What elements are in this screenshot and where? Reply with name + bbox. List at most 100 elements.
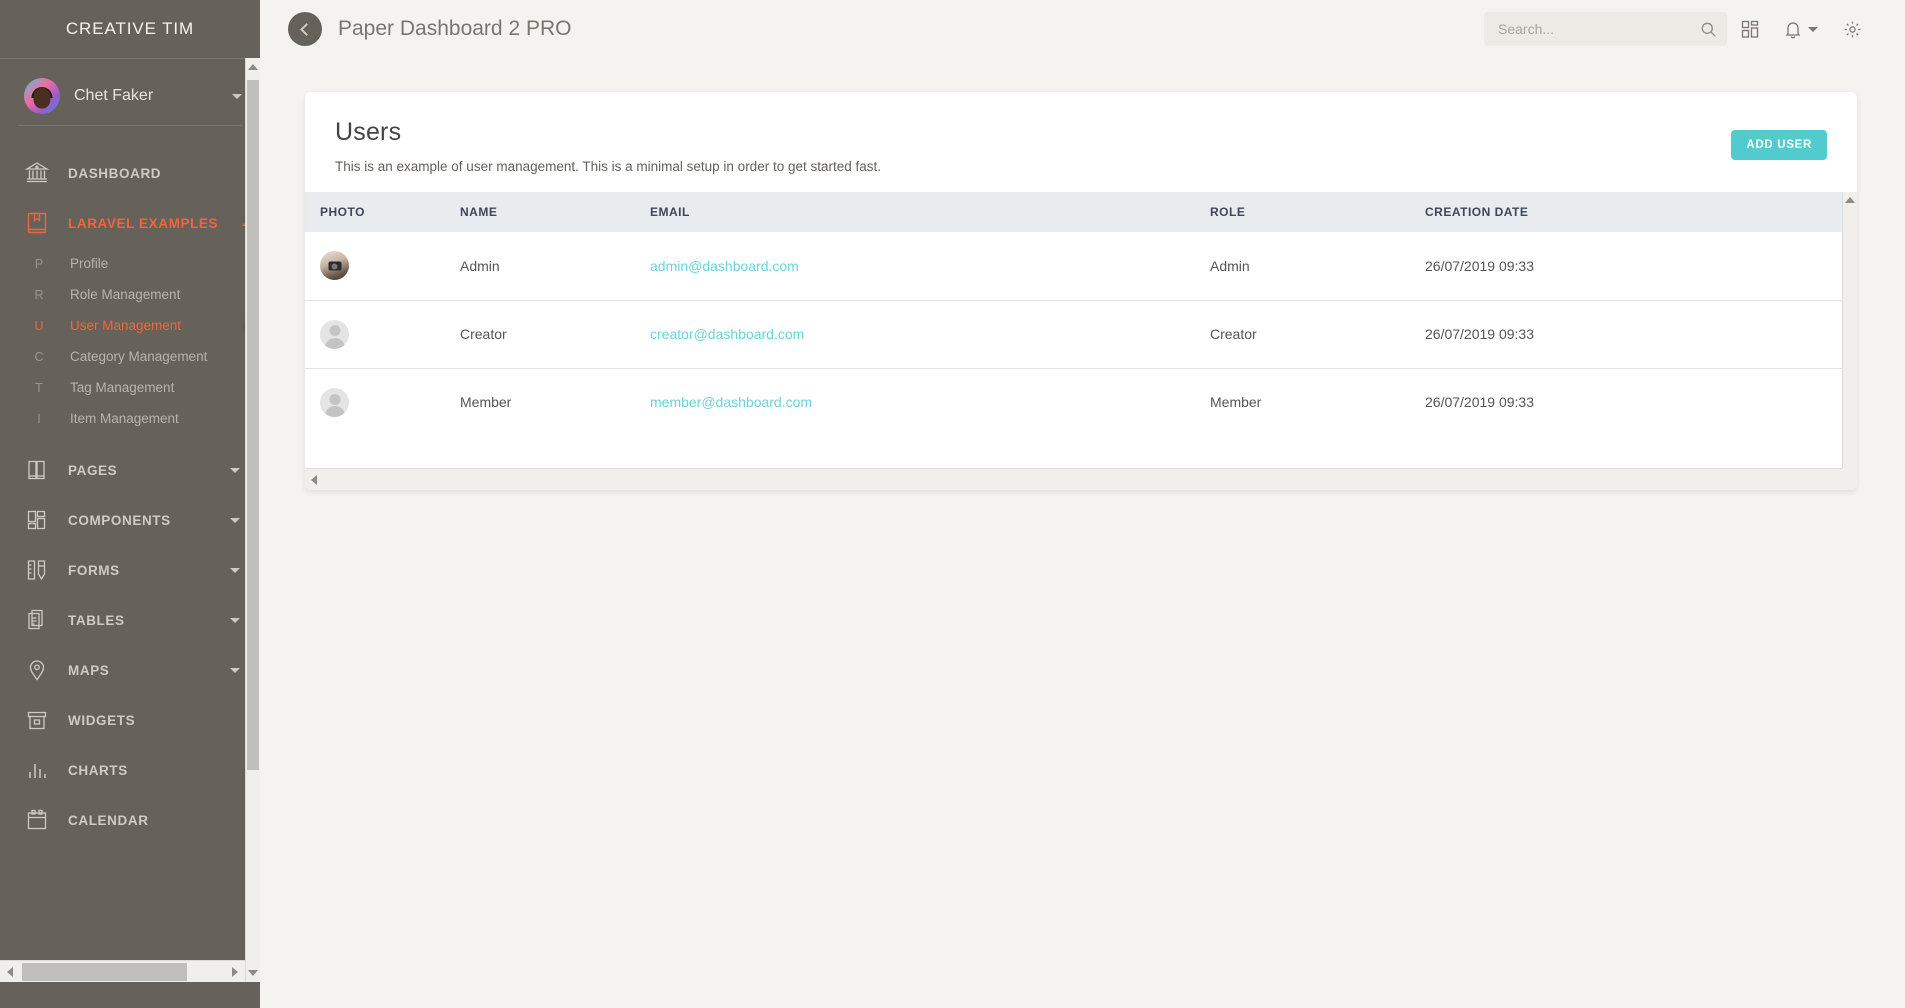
- chevron-down-icon[interactable]: [230, 567, 240, 573]
- brand-logo[interactable]: CREATIVE TIM: [0, 0, 260, 58]
- sidebar-item-dashboard[interactable]: DASHBOARD: [0, 148, 260, 198]
- scrollbar-thumb[interactable]: [22, 962, 187, 981]
- map-pin-icon: [22, 655, 52, 685]
- user-profile-toggle[interactable]: Chet Faker: [0, 73, 260, 119]
- search-icon[interactable]: [1700, 21, 1717, 38]
- sidebar-item-laravel-examples[interactable]: LARAVEL EXAMPLES: [0, 198, 260, 248]
- ruler-pencil-icon: [22, 555, 52, 585]
- top-navbar: Paper Dashboard 2 PRO: [260, 0, 1905, 58]
- cell-email: admin@dashboard.com: [650, 232, 1210, 300]
- scrollbar-corner: [1842, 468, 1857, 490]
- sidebar-subitem-initial: C: [34, 349, 44, 364]
- scroll-left-arrow-icon[interactable]: [0, 966, 20, 977]
- scrollbar-track[interactable]: [20, 961, 225, 983]
- column-header-photo[interactable]: PHOTO: [305, 192, 460, 232]
- sidebar-subitem-initial: U: [34, 318, 44, 333]
- sidebar-item-calendar[interactable]: CALENDAR: [0, 795, 260, 845]
- column-header-name[interactable]: NAME: [460, 192, 650, 232]
- settings-button[interactable]: [1829, 9, 1875, 49]
- bar-chart-icon: [22, 755, 52, 785]
- email-link[interactable]: member@dashboard.com: [650, 394, 812, 410]
- sidebar-item-profile[interactable]: P Profile: [0, 248, 260, 279]
- placeholder-avatar: [320, 319, 349, 349]
- sidebar-horizontal-scrollbar[interactable]: [0, 960, 245, 982]
- sidebar-subitem-label: User Management: [70, 318, 182, 333]
- table-row[interactable]: Creator creator@dashboard.com Creator 26…: [305, 300, 1842, 368]
- sidebar-item-tag-management[interactable]: T Tag Management: [0, 372, 260, 403]
- chevron-down-icon: [1808, 26, 1818, 32]
- sidebar-subitem-label: Role Management: [70, 287, 181, 302]
- search-input[interactable]: [1498, 21, 1700, 37]
- chevron-down-icon[interactable]: [230, 517, 240, 523]
- scroll-down-arrow-icon[interactable]: [246, 964, 260, 982]
- add-user-button[interactable]: ADD USER: [1731, 130, 1827, 160]
- back-button[interactable]: [288, 12, 322, 46]
- scroll-up-arrow-icon[interactable]: [246, 58, 260, 76]
- sidebar-item-maps[interactable]: MAPS: [0, 645, 260, 695]
- app-root: CREATIVE TIM Chet Faker DASHBOARD LARAVE…: [0, 0, 1905, 1008]
- table-header-row: PHOTO NAME EMAIL ROLE CREATION DATE: [305, 192, 1842, 232]
- email-link[interactable]: admin@dashboard.com: [650, 258, 799, 274]
- column-header-role[interactable]: ROLE: [1210, 192, 1425, 232]
- cell-role: Admin: [1210, 257, 1250, 274]
- cell-creation-date: 26/07/2019 09:33: [1425, 326, 1534, 342]
- search-box[interactable]: [1484, 12, 1727, 46]
- sidebar: CREATIVE TIM Chet Faker DASHBOARD LARAVE…: [0, 0, 260, 1008]
- table-body: Admin admin@dashboard.com Admin 26/07/20…: [305, 232, 1842, 436]
- sidebar-item-tables[interactable]: TABLES: [0, 595, 260, 645]
- chevron-down-icon[interactable]: [232, 93, 242, 99]
- sidebar-item-forms[interactable]: FORMS: [0, 545, 260, 595]
- bank-icon: [22, 158, 52, 188]
- sidebar-subitem-initial: P: [34, 256, 44, 271]
- sidebar-item-user-management[interactable]: U User Management: [0, 303, 260, 348]
- sidebar-subitem-label: Category Management: [70, 349, 208, 364]
- cell-name: Member: [460, 394, 512, 411]
- cell-creation-date: 26/07/2019 09:33: [1425, 257, 1534, 274]
- chevron-down-icon[interactable]: [230, 667, 240, 673]
- apps-button[interactable]: [1727, 9, 1773, 49]
- column-header-email[interactable]: EMAIL: [650, 192, 1210, 232]
- table-row[interactable]: Member member@dashboard.com Member 26/07…: [305, 368, 1842, 436]
- sidebar-item-components[interactable]: COMPONENTS: [0, 495, 260, 545]
- gear-icon: [1843, 20, 1862, 39]
- cell-creation-date: 26/07/2019 09:33: [1425, 394, 1534, 411]
- scroll-left-arrow-icon[interactable]: [305, 474, 323, 485]
- chevron-down-icon[interactable]: [230, 467, 240, 473]
- table-row[interactable]: Admin admin@dashboard.com Admin 26/07/20…: [305, 232, 1842, 300]
- bell-icon: [1784, 20, 1802, 39]
- sidebar-item-role-management[interactable]: R Role Management: [0, 279, 260, 310]
- email-link[interactable]: creator@dashboard.com: [650, 326, 804, 342]
- table-horizontal-scrollbar[interactable]: [305, 468, 1857, 490]
- table-vertical-scrollbar[interactable]: [1842, 192, 1857, 468]
- cell-name: Creator: [460, 326, 507, 342]
- cell-photo: [305, 300, 460, 368]
- sidebar-vertical-scrollbar[interactable]: [245, 58, 260, 982]
- sidebar-item-label: MAPS: [68, 662, 110, 678]
- card-header: Users This is an example of user managem…: [305, 92, 1857, 192]
- card-title: Users: [335, 118, 402, 146]
- sidebar-user-block: Chet Faker: [0, 59, 260, 134]
- calendar-icon: [22, 805, 52, 835]
- layout-grid-icon: [22, 505, 52, 535]
- brand-title: CREATIVE TIM: [65, 19, 195, 38]
- chevron-down-icon[interactable]: [230, 617, 240, 623]
- placeholder-avatar: [320, 387, 349, 417]
- scroll-right-arrow-icon[interactable]: [225, 966, 245, 977]
- sidebar-item-charts[interactable]: CHARTS: [0, 745, 260, 795]
- sidebar-item-label: DASHBOARD: [68, 165, 162, 181]
- column-header-creation-date[interactable]: CREATION DATE: [1425, 192, 1842, 232]
- navbar-right-group: [1484, 9, 1905, 49]
- sidebar-subitem-label: Item Management: [70, 411, 179, 426]
- sidebar-item-category-management[interactable]: C Category Management: [0, 341, 260, 372]
- sidebar-item-pages[interactable]: PAGES: [0, 445, 260, 495]
- sidebar-subitem-initial: R: [34, 287, 44, 302]
- box-icon: [22, 705, 52, 735]
- table-header: PHOTO NAME EMAIL ROLE CREATION DATE: [305, 192, 1842, 232]
- sidebar-item-widgets[interactable]: WIDGETS: [0, 695, 260, 745]
- scrollbar-thumb[interactable]: [247, 80, 259, 770]
- cell-name: Admin: [460, 257, 500, 274]
- scroll-up-arrow-icon[interactable]: [1843, 192, 1857, 208]
- sidebar-item-item-management[interactable]: I Item Management: [0, 403, 260, 434]
- cell-email: member@dashboard.com: [650, 368, 1210, 436]
- notifications-button[interactable]: [1773, 9, 1829, 49]
